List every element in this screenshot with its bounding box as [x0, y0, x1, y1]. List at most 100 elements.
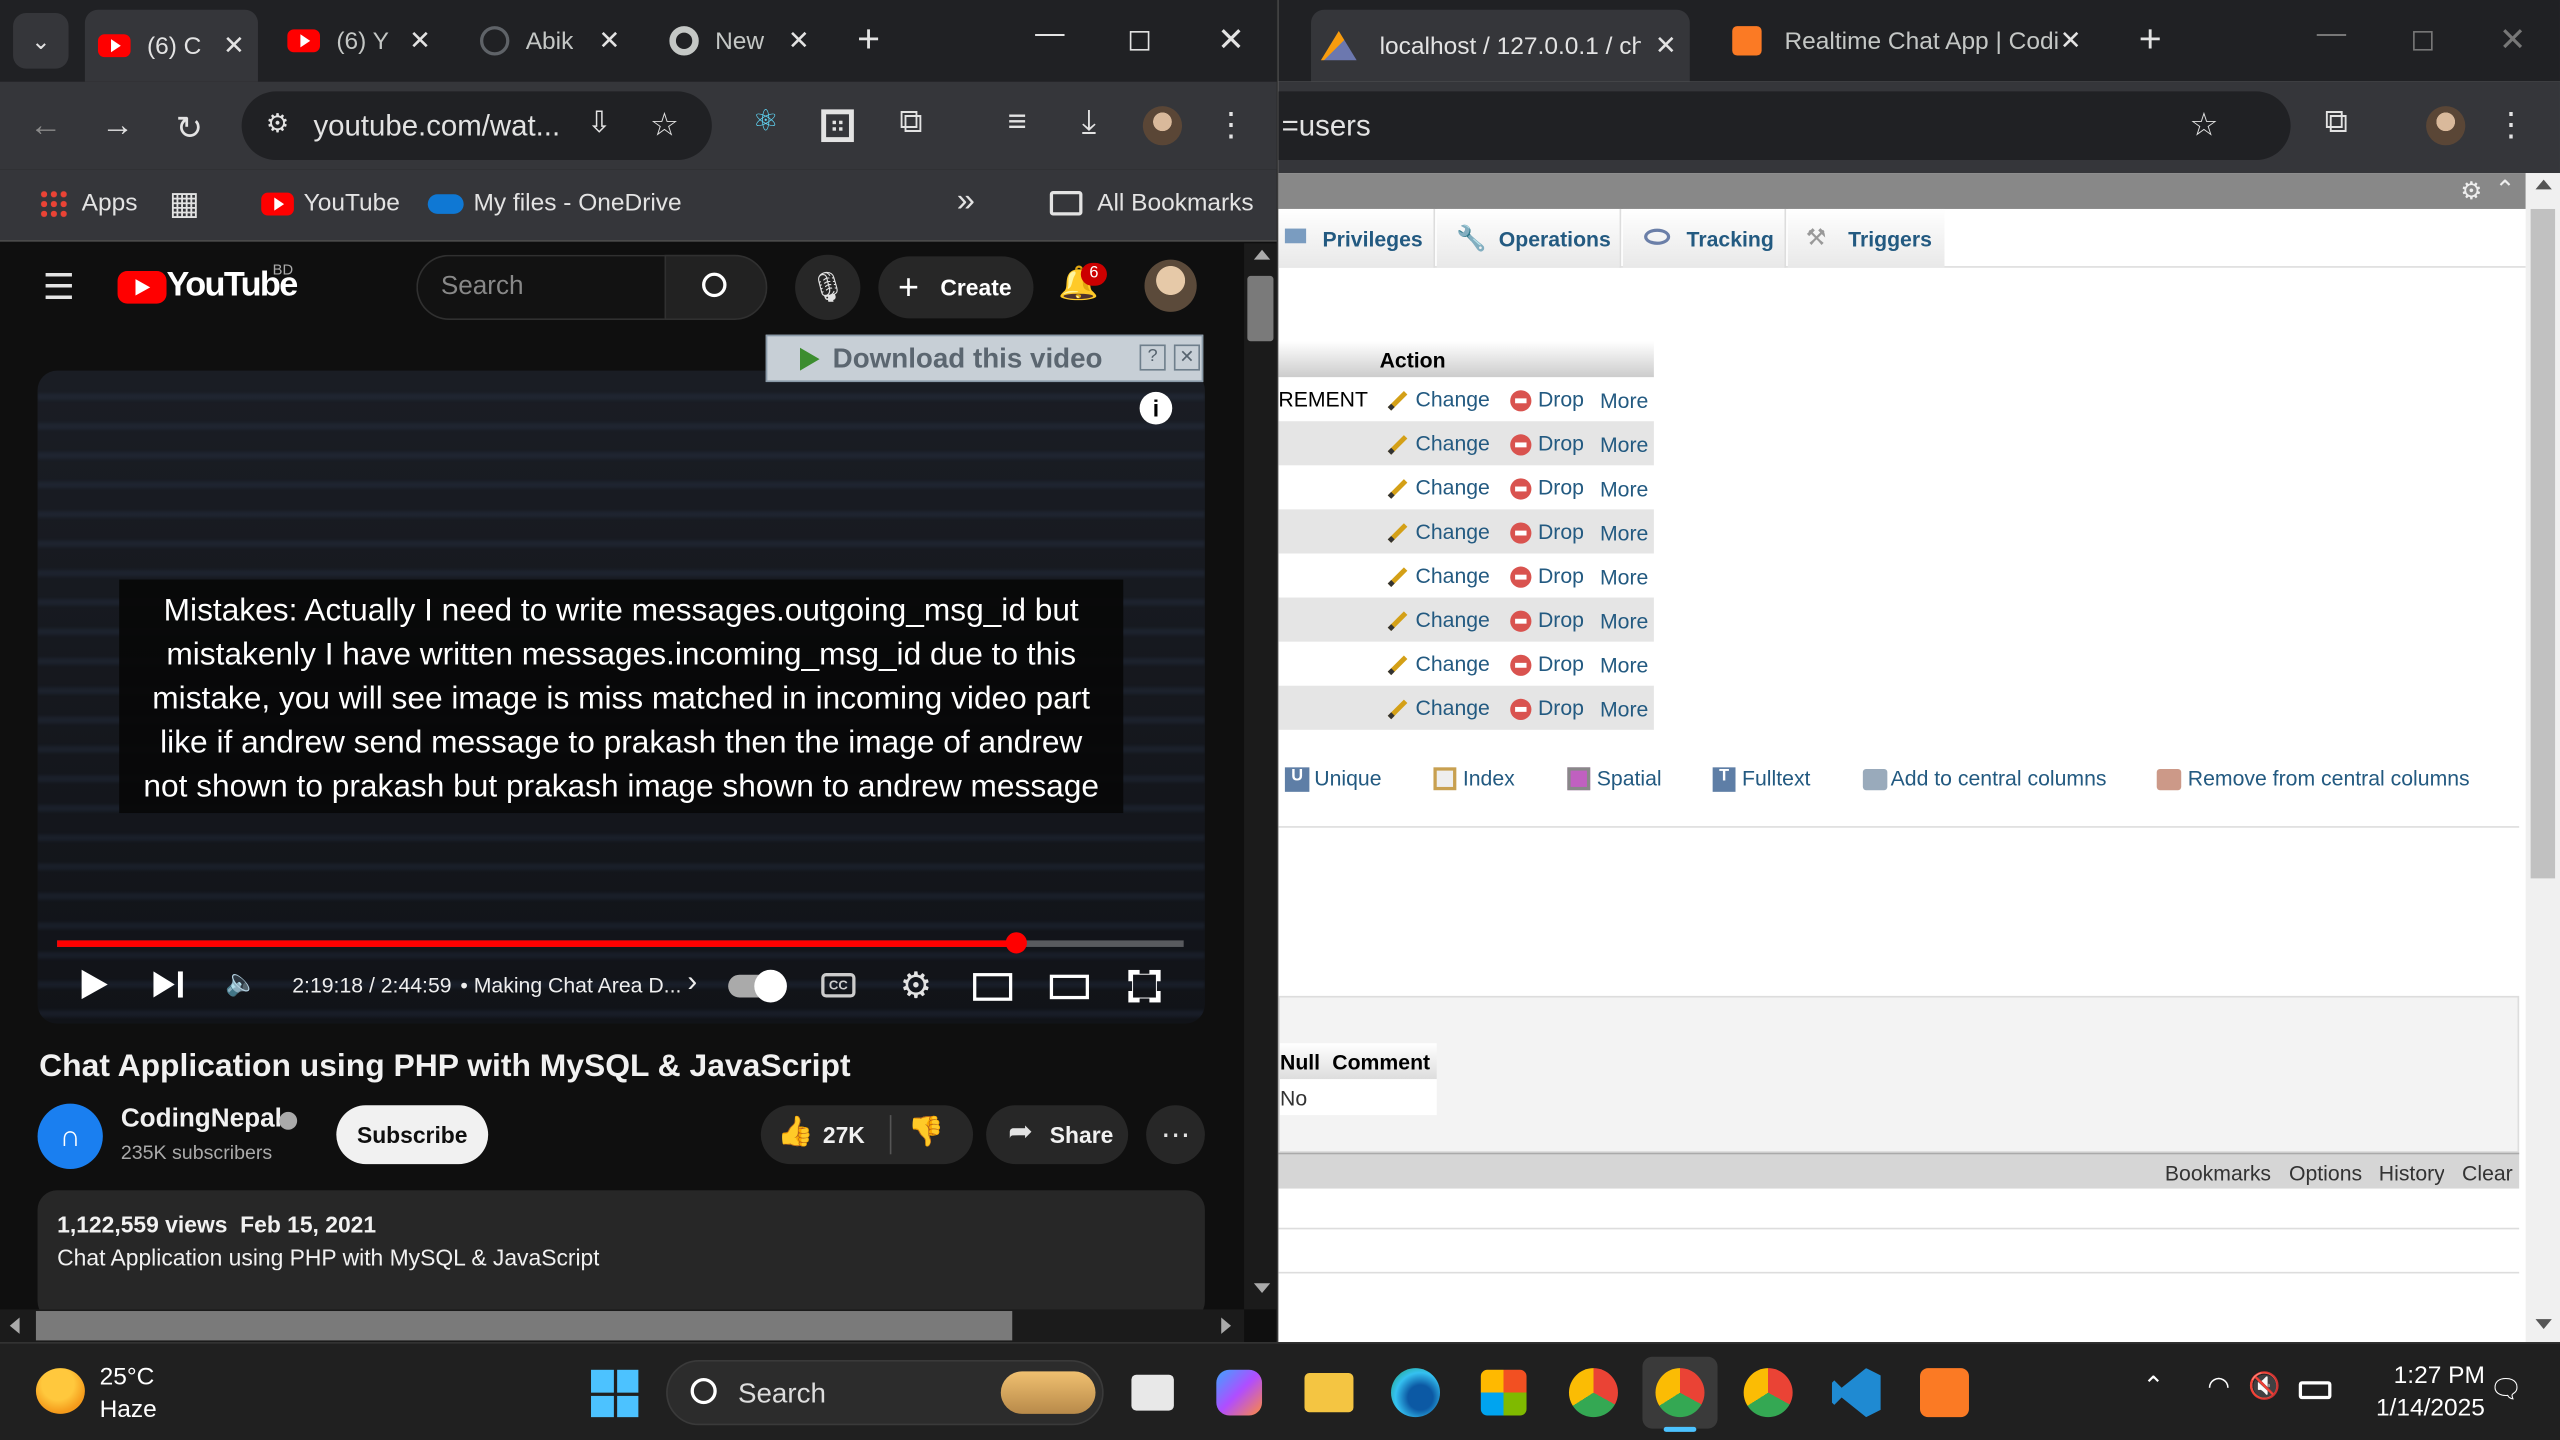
bookmark-apps[interactable]: Apps: [82, 189, 138, 217]
minimize-icon[interactable]: —: [1029, 16, 1071, 50]
pma-settings-icon[interactable]: ⚙: [2460, 176, 2482, 206]
extension-react-icon[interactable]: ⚛: [748, 104, 784, 138]
vertical-scroll-thumb[interactable]: [1247, 275, 1274, 342]
bookmark-star-icon[interactable]: ☆: [647, 104, 683, 145]
back-icon[interactable]: ←: [26, 108, 65, 146]
tab-triggers[interactable]: ⚒ Triggers: [1787, 208, 1945, 268]
drop-link[interactable]: Drop: [1510, 387, 1584, 412]
bookmark-star-icon[interactable]: ☆: [2186, 104, 2222, 145]
tab-close-icon[interactable]: ✕: [1655, 29, 1677, 62]
volume-icon[interactable]: 🔈: [224, 967, 260, 1000]
install-app-icon[interactable]: ⇩: [581, 106, 617, 140]
profile-avatar[interactable]: [1142, 106, 1183, 146]
miniplayer-icon[interactable]: [973, 973, 1013, 1001]
tab-close-icon[interactable]: ✕: [409, 24, 431, 57]
more-link[interactable]: More: [1600, 565, 1648, 589]
tab-abik[interactable]: Abik ✕: [464, 13, 634, 69]
more-link[interactable]: More: [1600, 609, 1648, 633]
next-icon[interactable]: [153, 971, 175, 998]
create-button[interactable]: + Create: [878, 256, 1034, 319]
chrome-profile-1-icon[interactable]: [1568, 1368, 1618, 1418]
add-central-columns-link[interactable]: Add to central columns: [1891, 766, 2107, 790]
profile-avatar[interactable]: [2426, 106, 2466, 146]
youtube-search-box[interactable]: Search: [416, 254, 665, 320]
index-link[interactable]: Index: [1463, 766, 1515, 790]
horizontal-scroll-thumb[interactable]: [35, 1311, 1013, 1341]
vertical-scrollbar[interactable]: [1244, 243, 1277, 1310]
scroll-up-icon[interactable]: [2535, 179, 2552, 190]
console-history[interactable]: History: [2379, 1161, 2445, 1185]
hamburger-menu-icon[interactable]: ☰: [39, 266, 78, 308]
file-explorer-icon[interactable]: [1304, 1373, 1354, 1413]
change-link[interactable]: Change: [1386, 387, 1490, 411]
drop-link[interactable]: Drop: [1510, 431, 1584, 456]
tab-youtube-1[interactable]: (6) C ✕: [84, 9, 258, 82]
change-link[interactable]: Change: [1386, 519, 1490, 544]
drop-link[interactable]: Drop: [1510, 696, 1584, 721]
download-close-icon[interactable]: ✕: [1173, 344, 1200, 371]
more-link[interactable]: More: [1600, 521, 1648, 545]
maximize-icon[interactable]: [1129, 31, 1150, 51]
more-link[interactable]: More: [1600, 477, 1648, 501]
scroll-right-icon[interactable]: [1221, 1317, 1232, 1334]
change-link[interactable]: Change: [1386, 607, 1490, 632]
drop-link[interactable]: Drop: [1510, 563, 1584, 588]
change-link[interactable]: Change: [1386, 651, 1490, 676]
youtube-logo[interactable]: [117, 271, 167, 304]
like-count[interactable]: 27K: [823, 1122, 865, 1148]
bookmark-all[interactable]: All Bookmarks: [1097, 189, 1254, 217]
apps-grid-icon[interactable]: [39, 189, 69, 219]
console-bookmarks[interactable]: Bookmarks: [2165, 1161, 2271, 1185]
tab-tracking[interactable]: Tracking: [1622, 208, 1787, 268]
weather-condition[interactable]: Haze: [100, 1396, 157, 1424]
progress-bar[interactable]: [57, 932, 1184, 954]
scroll-down-icon[interactable]: [2535, 1319, 2552, 1329]
scroll-down-icon[interactable]: [1253, 1283, 1271, 1294]
windows-start-icon[interactable]: [591, 1369, 639, 1418]
site-info-icon[interactable]: ⚙: [261, 108, 294, 141]
scroll-left-icon[interactable]: [9, 1317, 20, 1334]
download-help-icon[interactable]: ?: [1139, 344, 1166, 371]
url-text[interactable]: youtube.com/wat...: [313, 109, 560, 143]
xampp-icon[interactable]: [1919, 1368, 1969, 1418]
fulltext-link[interactable]: Fulltext: [1742, 766, 1810, 790]
dislike-icon[interactable]: 👎: [908, 1115, 945, 1149]
channel-name[interactable]: CodingNepal: [121, 1105, 282, 1134]
progress-scrubber[interactable]: [1004, 932, 1027, 954]
address-bar[interactable]: ⚙ youtube.com/wat... ⇩ ☆: [241, 91, 712, 160]
weather-temp[interactable]: 25°C: [100, 1363, 155, 1391]
extensions-puzzle-icon[interactable]: ⧉: [891, 104, 930, 142]
spatial-link[interactable]: Spatial: [1597, 766, 1662, 790]
weather-sun-icon[interactable]: [35, 1368, 85, 1414]
search-button[interactable]: [664, 254, 768, 320]
voice-search-icon[interactable]: 🎙: [795, 254, 861, 320]
video-player[interactable]: i Mistakes: Actually I need to write mes…: [37, 370, 1205, 1024]
settings-gear-icon[interactable]: ⚙: [896, 965, 935, 1007]
vscode-icon[interactable]: [1831, 1368, 1881, 1418]
battery-icon[interactable]: [2298, 1381, 2332, 1400]
tab-realtime-chat[interactable]: Realtime Chat App | Codi ✕: [1722, 13, 2094, 69]
change-link[interactable]: Change: [1386, 563, 1490, 588]
taskbar-search[interactable]: Search: [666, 1359, 1104, 1426]
tab-search-button[interactable]: ⌄: [13, 13, 69, 69]
info-icon[interactable]: i: [1139, 391, 1173, 425]
minimize-icon[interactable]: —: [2310, 16, 2352, 50]
tab-close-icon[interactable]: ✕: [223, 29, 245, 62]
media-controls-icon[interactable]: ≡: [998, 104, 1037, 142]
channel-avatar[interactable]: ∩: [37, 1103, 103, 1169]
console-options[interactable]: Options: [2289, 1161, 2362, 1185]
more-link[interactable]: More: [1600, 697, 1648, 721]
change-link[interactable]: Change: [1386, 475, 1490, 500]
change-link[interactable]: Change: [1386, 696, 1490, 720]
extensions-puzzle-icon[interactable]: ⧉: [2317, 104, 2356, 142]
more-link[interactable]: More: [1600, 653, 1648, 677]
tab-privileges[interactable]: Privileges: [1278, 208, 1436, 268]
scroll-up-icon[interactable]: [1253, 249, 1271, 260]
task-view-icon[interactable]: [1131, 1374, 1174, 1411]
close-window-icon[interactable]: ✕: [1211, 20, 1250, 61]
tab-operations[interactable]: 🔧 Operations: [1436, 208, 1622, 268]
play-icon[interactable]: [81, 969, 108, 1000]
tab-youtube-2[interactable]: (6) Y ✕: [274, 13, 444, 69]
autoplay-toggle[interactable]: [728, 969, 787, 1003]
restore-icon[interactable]: [2413, 31, 2433, 51]
